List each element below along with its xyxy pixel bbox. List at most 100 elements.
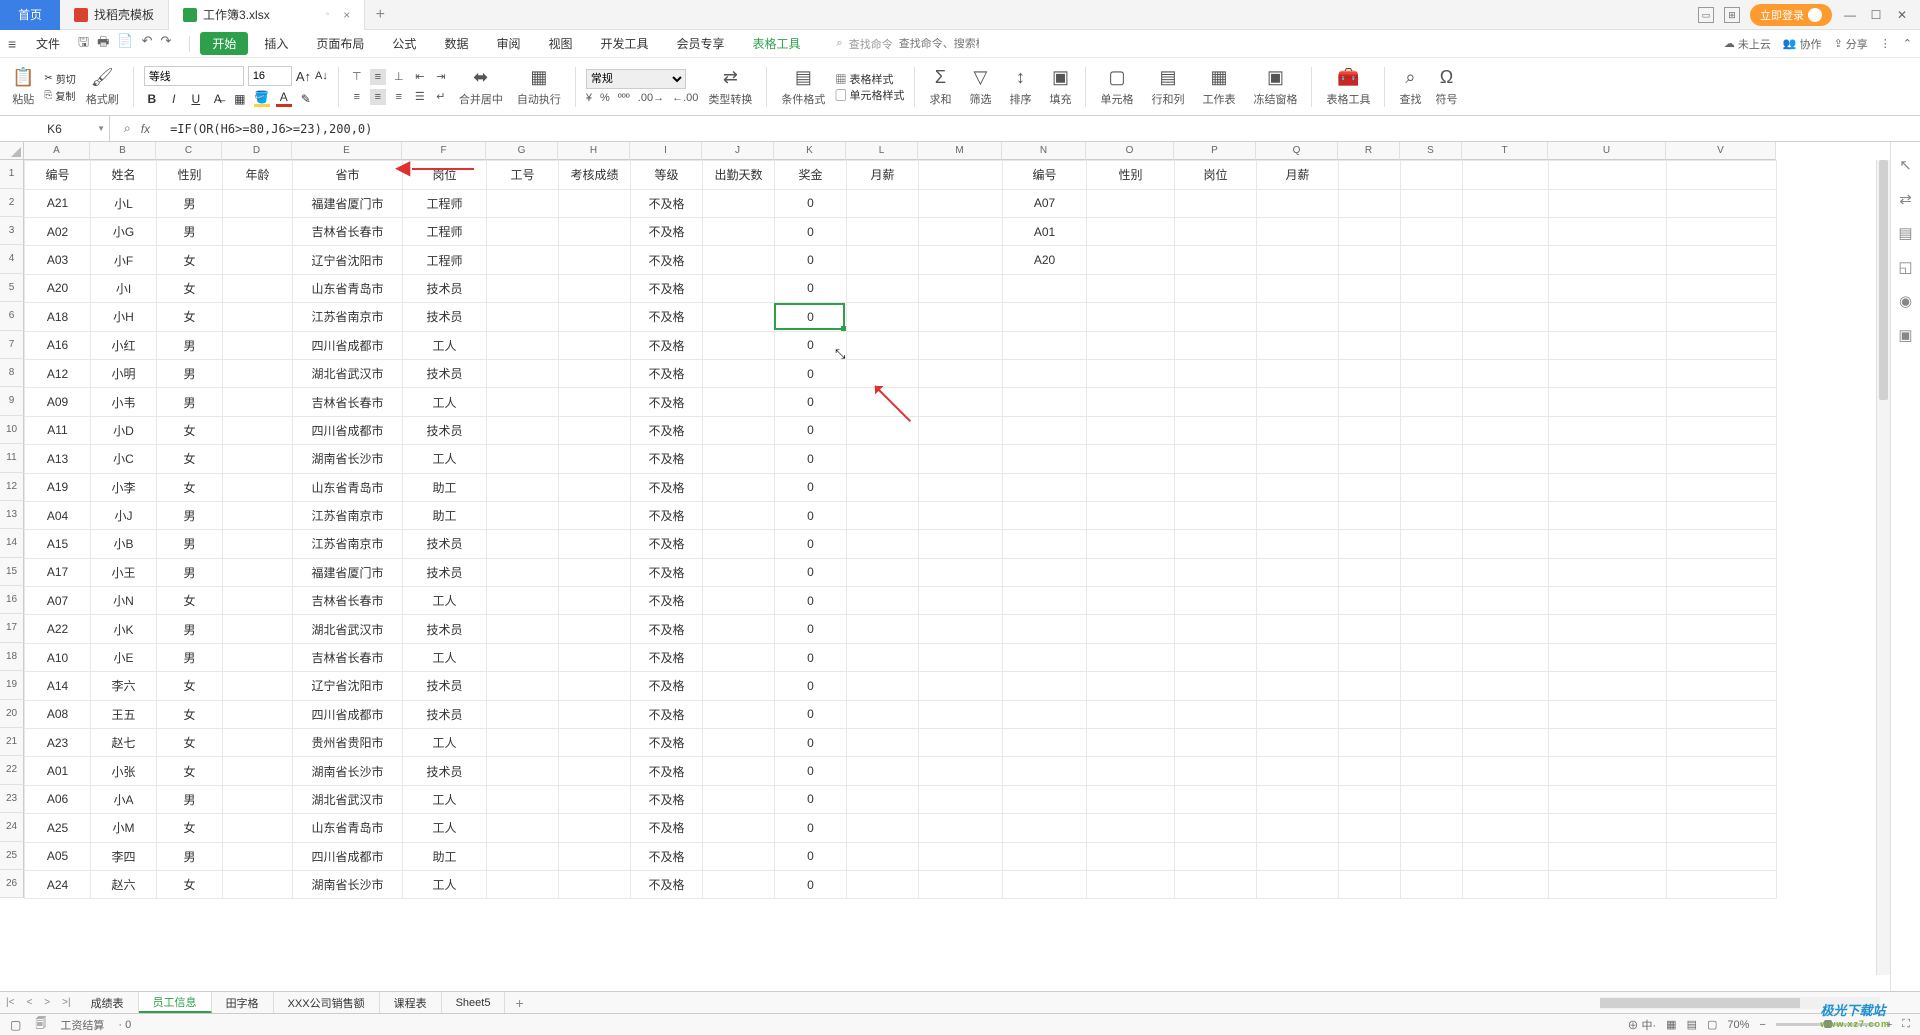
cell[interactable] — [1463, 530, 1549, 558]
column-header[interactable]: E — [292, 142, 402, 160]
cell[interactable] — [1175, 870, 1257, 898]
cell[interactable] — [919, 331, 1003, 359]
menu-tab-vip[interactable]: 会员专享 — [665, 35, 737, 52]
row-header[interactable]: 6 — [0, 302, 24, 330]
cell[interactable]: 女 — [157, 303, 223, 331]
cell[interactable] — [919, 445, 1003, 473]
cell[interactable] — [487, 530, 559, 558]
cell[interactable] — [1175, 303, 1257, 331]
cell[interactable]: A01 — [25, 757, 91, 785]
cell[interactable]: 男 — [157, 530, 223, 558]
cell[interactable] — [1175, 274, 1257, 302]
cell[interactable]: 吉林省长春市 — [293, 587, 403, 615]
sum-button[interactable]: Σ求和 — [925, 67, 955, 107]
cell[interactable] — [847, 445, 919, 473]
decrease-font-icon[interactable]: A↓ — [315, 70, 328, 82]
cell[interactable] — [1463, 473, 1549, 501]
view-page-icon[interactable]: ▤ — [1687, 1018, 1697, 1031]
cell[interactable]: 0 — [775, 842, 847, 870]
filter-button[interactable]: ▽筛选 — [965, 67, 995, 107]
cell[interactable] — [847, 842, 919, 870]
cell[interactable] — [1339, 729, 1401, 757]
column-header[interactable]: C — [156, 142, 222, 160]
cell[interactable]: 小N — [91, 587, 157, 615]
cell[interactable]: 不及格 — [631, 785, 703, 813]
cell[interactable]: 湖北省武汉市 — [293, 615, 403, 643]
cell[interactable]: 江苏省南京市 — [293, 501, 403, 529]
cell[interactable] — [1003, 274, 1087, 302]
cell[interactable] — [1087, 388, 1175, 416]
cell[interactable] — [1401, 558, 1463, 586]
underline-button[interactable]: U — [188, 92, 204, 106]
cell[interactable] — [1003, 359, 1087, 387]
row-header[interactable]: 11 — [0, 444, 24, 472]
cell[interactable] — [1339, 501, 1401, 529]
column-header[interactable]: P — [1174, 142, 1256, 160]
cell[interactable] — [223, 757, 293, 785]
cell[interactable] — [919, 473, 1003, 501]
cell[interactable] — [847, 246, 919, 274]
cell[interactable] — [1087, 331, 1175, 359]
cell[interactable]: 不及格 — [631, 445, 703, 473]
cell[interactable]: 不及格 — [631, 814, 703, 842]
cell[interactable] — [1087, 643, 1175, 671]
cell[interactable]: 贵州省贵阳市 — [293, 729, 403, 757]
hscroll-thumb[interactable] — [1600, 998, 1800, 1008]
cell[interactable] — [1087, 416, 1175, 444]
cell[interactable] — [1549, 757, 1667, 785]
indent-dec-icon[interactable]: ⇤ — [412, 69, 428, 85]
cell[interactable] — [703, 189, 775, 217]
menu-tab-insert[interactable]: 插入 — [252, 35, 300, 52]
cell[interactable] — [1175, 530, 1257, 558]
column-header[interactable]: F — [402, 142, 486, 160]
row-header[interactable]: 2 — [0, 189, 24, 217]
cell[interactable] — [1667, 530, 1777, 558]
cell[interactable] — [1087, 615, 1175, 643]
row-header[interactable]: 10 — [0, 416, 24, 444]
indent-inc-icon[interactable]: ⇥ — [433, 69, 449, 85]
cell[interactable] — [1175, 331, 1257, 359]
column-header[interactable]: M — [918, 142, 1002, 160]
cell[interactable] — [1667, 729, 1777, 757]
cell[interactable] — [1667, 757, 1777, 785]
menu-tab-start[interactable]: 开始 — [200, 32, 248, 55]
row-header[interactable]: 13 — [0, 501, 24, 529]
cell[interactable] — [703, 729, 775, 757]
cell[interactable] — [559, 473, 631, 501]
row-headers[interactable]: 1234567891011121314151617181920212223242… — [0, 160, 24, 898]
cell[interactable]: 辽宁省沈阳市 — [293, 246, 403, 274]
column-header[interactable]: I — [630, 142, 702, 160]
cell[interactable] — [1401, 757, 1463, 785]
cell[interactable]: 辽宁省沈阳市 — [293, 672, 403, 700]
cell[interactable]: A05 — [25, 842, 91, 870]
cell[interactable]: 小K — [91, 615, 157, 643]
window-layout-icon[interactable]: ▭ — [1698, 7, 1714, 23]
cell[interactable] — [1087, 672, 1175, 700]
format-painter-button[interactable]: 🖌 格式刷 — [82, 67, 123, 107]
cell[interactable] — [487, 757, 559, 785]
cell[interactable]: 技术员 — [403, 672, 487, 700]
cell[interactable] — [487, 615, 559, 643]
cell[interactable] — [1087, 246, 1175, 274]
cell[interactable] — [847, 217, 919, 245]
cell[interactable] — [1339, 757, 1401, 785]
cell[interactable] — [559, 189, 631, 217]
cell[interactable]: A16 — [25, 331, 91, 359]
cell[interactable]: 小I — [91, 274, 157, 302]
font-name-select[interactable] — [144, 66, 244, 86]
cell[interactable] — [1339, 842, 1401, 870]
cell[interactable]: 男 — [157, 643, 223, 671]
row-header[interactable]: 12 — [0, 473, 24, 501]
cell[interactable] — [703, 274, 775, 302]
cell[interactable] — [1003, 501, 1087, 529]
fx-icon[interactable]: fx — [141, 122, 150, 136]
cell[interactable] — [1339, 303, 1401, 331]
cell[interactable] — [559, 785, 631, 813]
inc-decimal-icon[interactable]: .00→ — [638, 92, 664, 104]
type-convert-button[interactable]: ⇄ 类型转换 — [704, 67, 756, 107]
collapse-ribbon-icon[interactable]: ⌃ — [1903, 37, 1912, 50]
cell[interactable] — [847, 587, 919, 615]
cell[interactable]: A20 — [25, 274, 91, 302]
cell[interactable] — [487, 587, 559, 615]
cell[interactable] — [703, 416, 775, 444]
